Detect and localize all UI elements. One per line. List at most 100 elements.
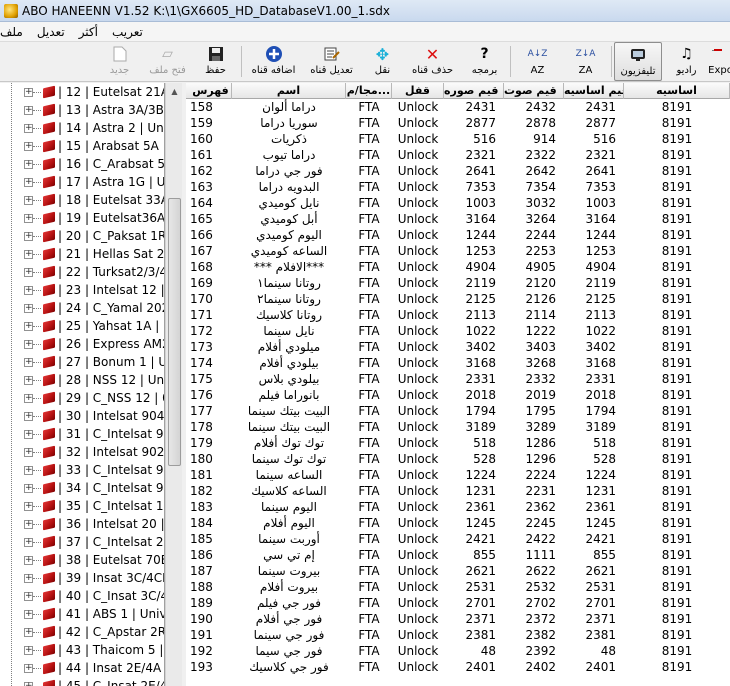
menu-more[interactable]: أكثر <box>79 25 98 39</box>
table-row[interactable]: 187 بيروت سينما FTA Unlock 2621 2622 2621 8191 <box>186 563 730 579</box>
expand-plus-icon[interactable]: + <box>24 483 33 493</box>
expand-plus-icon[interactable]: + <box>24 555 33 565</box>
expand-plus-icon[interactable]: + <box>24 465 33 475</box>
table-row[interactable]: 163 البدويه دراما FTA Unlock 7353 7354 7353 819… <box>186 179 730 195</box>
header-base[interactable]: اساسيه <box>624 83 730 99</box>
table-row[interactable]: 185 أوربت سينما FTA Unlock 2421 2422 2421 8191 <box>186 531 730 547</box>
satellite-item[interactable]: + | 22 | Turksat2/3/4A <box>0 263 164 281</box>
table-row[interactable]: 168 ***الافلام *** FTA Unlock 4904 4905 4904 81… <box>186 259 730 275</box>
sort-za-button[interactable]: Z↓A ZA <box>561 42 609 81</box>
expand-plus-icon[interactable]: + <box>24 411 33 421</box>
satellite-item[interactable]: + | 39 | Insat 3C/4CR | <box>0 569 164 587</box>
expand-plus-icon[interactable]: + <box>24 519 33 529</box>
expand-plus-icon[interactable]: + <box>24 285 33 295</box>
table-row[interactable]: 176 بانوراما فيلم FTA Unlock 2018 2019 2018 819… <box>186 387 730 403</box>
table-row[interactable]: 191 فور جي سينما FTA Unlock 2381 2382 2381 8191 <box>186 627 730 643</box>
radio-button[interactable]: ♫ راديو <box>662 42 710 81</box>
table-row[interactable]: 166 اليوم كوميدي FTA Unlock 1244 2244 1244 8191 <box>186 227 730 243</box>
header-index[interactable]: فهرس <box>186 83 232 99</box>
table-row[interactable]: 181 الساعه سينما FTA Unlock 1224 2224 1224 8191 <box>186 467 730 483</box>
table-row[interactable]: 164 نايل كوميدي FTA Unlock 1003 3032 1003 8191 <box>186 195 730 211</box>
expand-plus-icon[interactable]: + <box>24 627 33 637</box>
table-row[interactable]: 180 توك توك سينما FTA Unlock 528 1296 528 8191 <box>186 451 730 467</box>
table-row[interactable]: 186 إم تي سي FTA Unlock 855 1111 855 8191 <box>186 547 730 563</box>
add-channel-button[interactable]: اضافه قناه <box>244 42 302 81</box>
satellite-item[interactable]: + | 43 | Thaicom 5 | U <box>0 641 164 659</box>
expand-plus-icon[interactable]: + <box>24 231 33 241</box>
satellite-item[interactable]: + | 13 | Astra 3A/3B | U <box>0 101 164 119</box>
satellite-item[interactable]: + | 42 | C_Apstar 2R | ( <box>0 623 164 641</box>
satellite-item[interactable]: + | 35 | C_Intelsat 17 | <box>0 497 164 515</box>
export-button[interactable]: TXT Expo <box>708 42 730 81</box>
satellite-item[interactable]: + | 23 | Intelsat 12 | Ur <box>0 281 164 299</box>
expand-plus-icon[interactable]: + <box>24 321 33 331</box>
satellite-item[interactable]: + | 30 | Intelsat 904 | U <box>0 407 164 425</box>
expand-plus-icon[interactable]: + <box>24 501 33 511</box>
expand-plus-icon[interactable]: + <box>24 375 33 385</box>
menu-localize[interactable]: تعريب <box>112 25 143 39</box>
satellite-item[interactable]: + | 18 | Eutelsat 33A | <box>0 191 164 209</box>
expand-plus-icon[interactable]: + <box>24 537 33 547</box>
satellite-item[interactable]: + | 12 | Eutelsat 21A | <box>0 83 164 101</box>
sort-az-button[interactable]: A↓Z AZ <box>513 42 561 81</box>
satellite-item[interactable]: + | 26 | Express AM22 <box>0 335 164 353</box>
expand-plus-icon[interactable]: + <box>24 213 33 223</box>
table-row[interactable]: 170 روتانا سينما٢ FTA Unlock 2125 2126 2125 819… <box>186 291 730 307</box>
header-service-id[interactable]: قيم اساسيه <box>564 83 624 99</box>
open-file-button[interactable]: ▱ فتح ملف <box>143 42 191 81</box>
table-row[interactable]: 161 دراما تيوب FTA Unlock 2321 2322 2321 8191 <box>186 147 730 163</box>
satellite-item[interactable]: + | 37 | C_Intelsat 20 | <box>0 533 164 551</box>
satellite-item[interactable]: + | 27 | Bonum 1 | Univ <box>0 353 164 371</box>
satellite-item[interactable]: + | 20 | C_Paksat 1R | ( <box>0 227 164 245</box>
table-row[interactable]: 182 الساعه كلاسيك FTA Unlock 1231 2231 1231 819… <box>186 483 730 499</box>
expand-plus-icon[interactable]: + <box>24 393 33 403</box>
table-row[interactable]: 189 فور جي فيلم FTA Unlock 2701 2702 2701 8191 <box>186 595 730 611</box>
table-row[interactable]: 183 اليوم سينما FTA Unlock 2361 2362 2361 8191 <box>186 499 730 515</box>
header-audio-pid[interactable]: قيم صوت <box>504 83 564 99</box>
expand-plus-icon[interactable]: + <box>24 645 33 655</box>
satellite-item[interactable]: + | 28 | NSS 12 | Unive <box>0 371 164 389</box>
expand-plus-icon[interactable]: + <box>24 267 33 277</box>
table-row[interactable]: 172 نايل سينما FTA Unlock 1022 1222 1022 8191 <box>186 323 730 339</box>
expand-plus-icon[interactable]: + <box>24 159 33 169</box>
expand-plus-icon[interactable]: + <box>24 195 33 205</box>
satellite-item[interactable]: + | 40 | C_Insat 3C/4CF <box>0 587 164 605</box>
table-row[interactable]: 165 أبل كوميدي FTA Unlock 3164 3264 3164 8191 <box>186 211 730 227</box>
satellite-item[interactable]: + | 17 | Astra 1G | Univ <box>0 173 164 191</box>
satellite-item[interactable]: + | 34 | C_Intelsat 906 <box>0 479 164 497</box>
table-row[interactable]: 179 توك توك أفلام FTA Unlock 518 1286 518 8191 <box>186 435 730 451</box>
menu-edit[interactable]: تعديل <box>37 25 65 39</box>
expand-plus-icon[interactable]: + <box>24 609 33 619</box>
satellite-item[interactable]: + | 33 | C_Intelsat 902 <box>0 461 164 479</box>
table-row[interactable]: 169 روتانا سينما١ FTA Unlock 2119 2120 2119 819… <box>186 275 730 291</box>
tree-scrollbar[interactable]: ▲ <box>165 83 182 686</box>
table-row[interactable]: 184 اليوم أفلام FTA Unlock 1245 2245 1245 8191 <box>186 515 730 531</box>
satellite-item[interactable]: + | 24 | C_Yamal 202 | <box>0 299 164 317</box>
table-row[interactable]: 171 روتانا كلاسيك FTA Unlock 2113 2114 2113 819… <box>186 307 730 323</box>
table-row[interactable]: 192 فور جي سيما FTA Unlock 48 2392 48 8191 <box>186 643 730 659</box>
delete-channel-button[interactable]: ✕ حذف قناه <box>404 42 460 81</box>
satellite-item[interactable]: + | 16 | C_Arabsat 5A <box>0 155 164 173</box>
satellite-item[interactable]: + | 41 | ABS 1 | Univer <box>0 605 164 623</box>
scroll-thumb[interactable] <box>168 198 181 466</box>
table-row[interactable]: 158 دراما ألوان FTA Unlock 2431 2432 2431 8191 <box>186 99 730 115</box>
satellite-item[interactable]: + | 38 | Eutelsat 70B | ( <box>0 551 164 569</box>
table-row[interactable]: 162 فور جي دراما FTA Unlock 2641 2642 2641 8191 <box>186 163 730 179</box>
expand-plus-icon[interactable]: + <box>24 447 33 457</box>
table-row[interactable]: 190 فور جي أفلام FTA Unlock 2371 2372 2371 8191 <box>186 611 730 627</box>
table-row[interactable]: 160 ذكريات FTA Unlock 516 914 516 8191 <box>186 131 730 147</box>
expand-plus-icon[interactable]: + <box>24 303 33 313</box>
expand-plus-icon[interactable]: + <box>24 87 33 97</box>
new-file-button[interactable]: جديد <box>95 42 143 81</box>
table-row[interactable]: 193 فور جي كلاسيك FTA Unlock 2401 2402 2401 819… <box>186 659 730 675</box>
expand-plus-icon[interactable]: + <box>24 357 33 367</box>
satellite-item[interactable]: + | 31 | C_Intelsat 904 <box>0 425 164 443</box>
programming-button[interactable]: ? برمجه <box>460 42 508 81</box>
header-lock[interactable]: قفل <box>392 83 444 99</box>
tv-button[interactable]: تليفزيون <box>614 42 662 81</box>
expand-plus-icon[interactable]: + <box>24 123 33 133</box>
scroll-up-arrow-icon[interactable]: ▲ <box>166 83 183 100</box>
table-row[interactable]: 167 الساعه كوميدي FTA Unlock 1253 2253 1253 819… <box>186 243 730 259</box>
header-video-pid[interactable]: قيم صوره <box>444 83 504 99</box>
expand-plus-icon[interactable]: + <box>24 591 33 601</box>
